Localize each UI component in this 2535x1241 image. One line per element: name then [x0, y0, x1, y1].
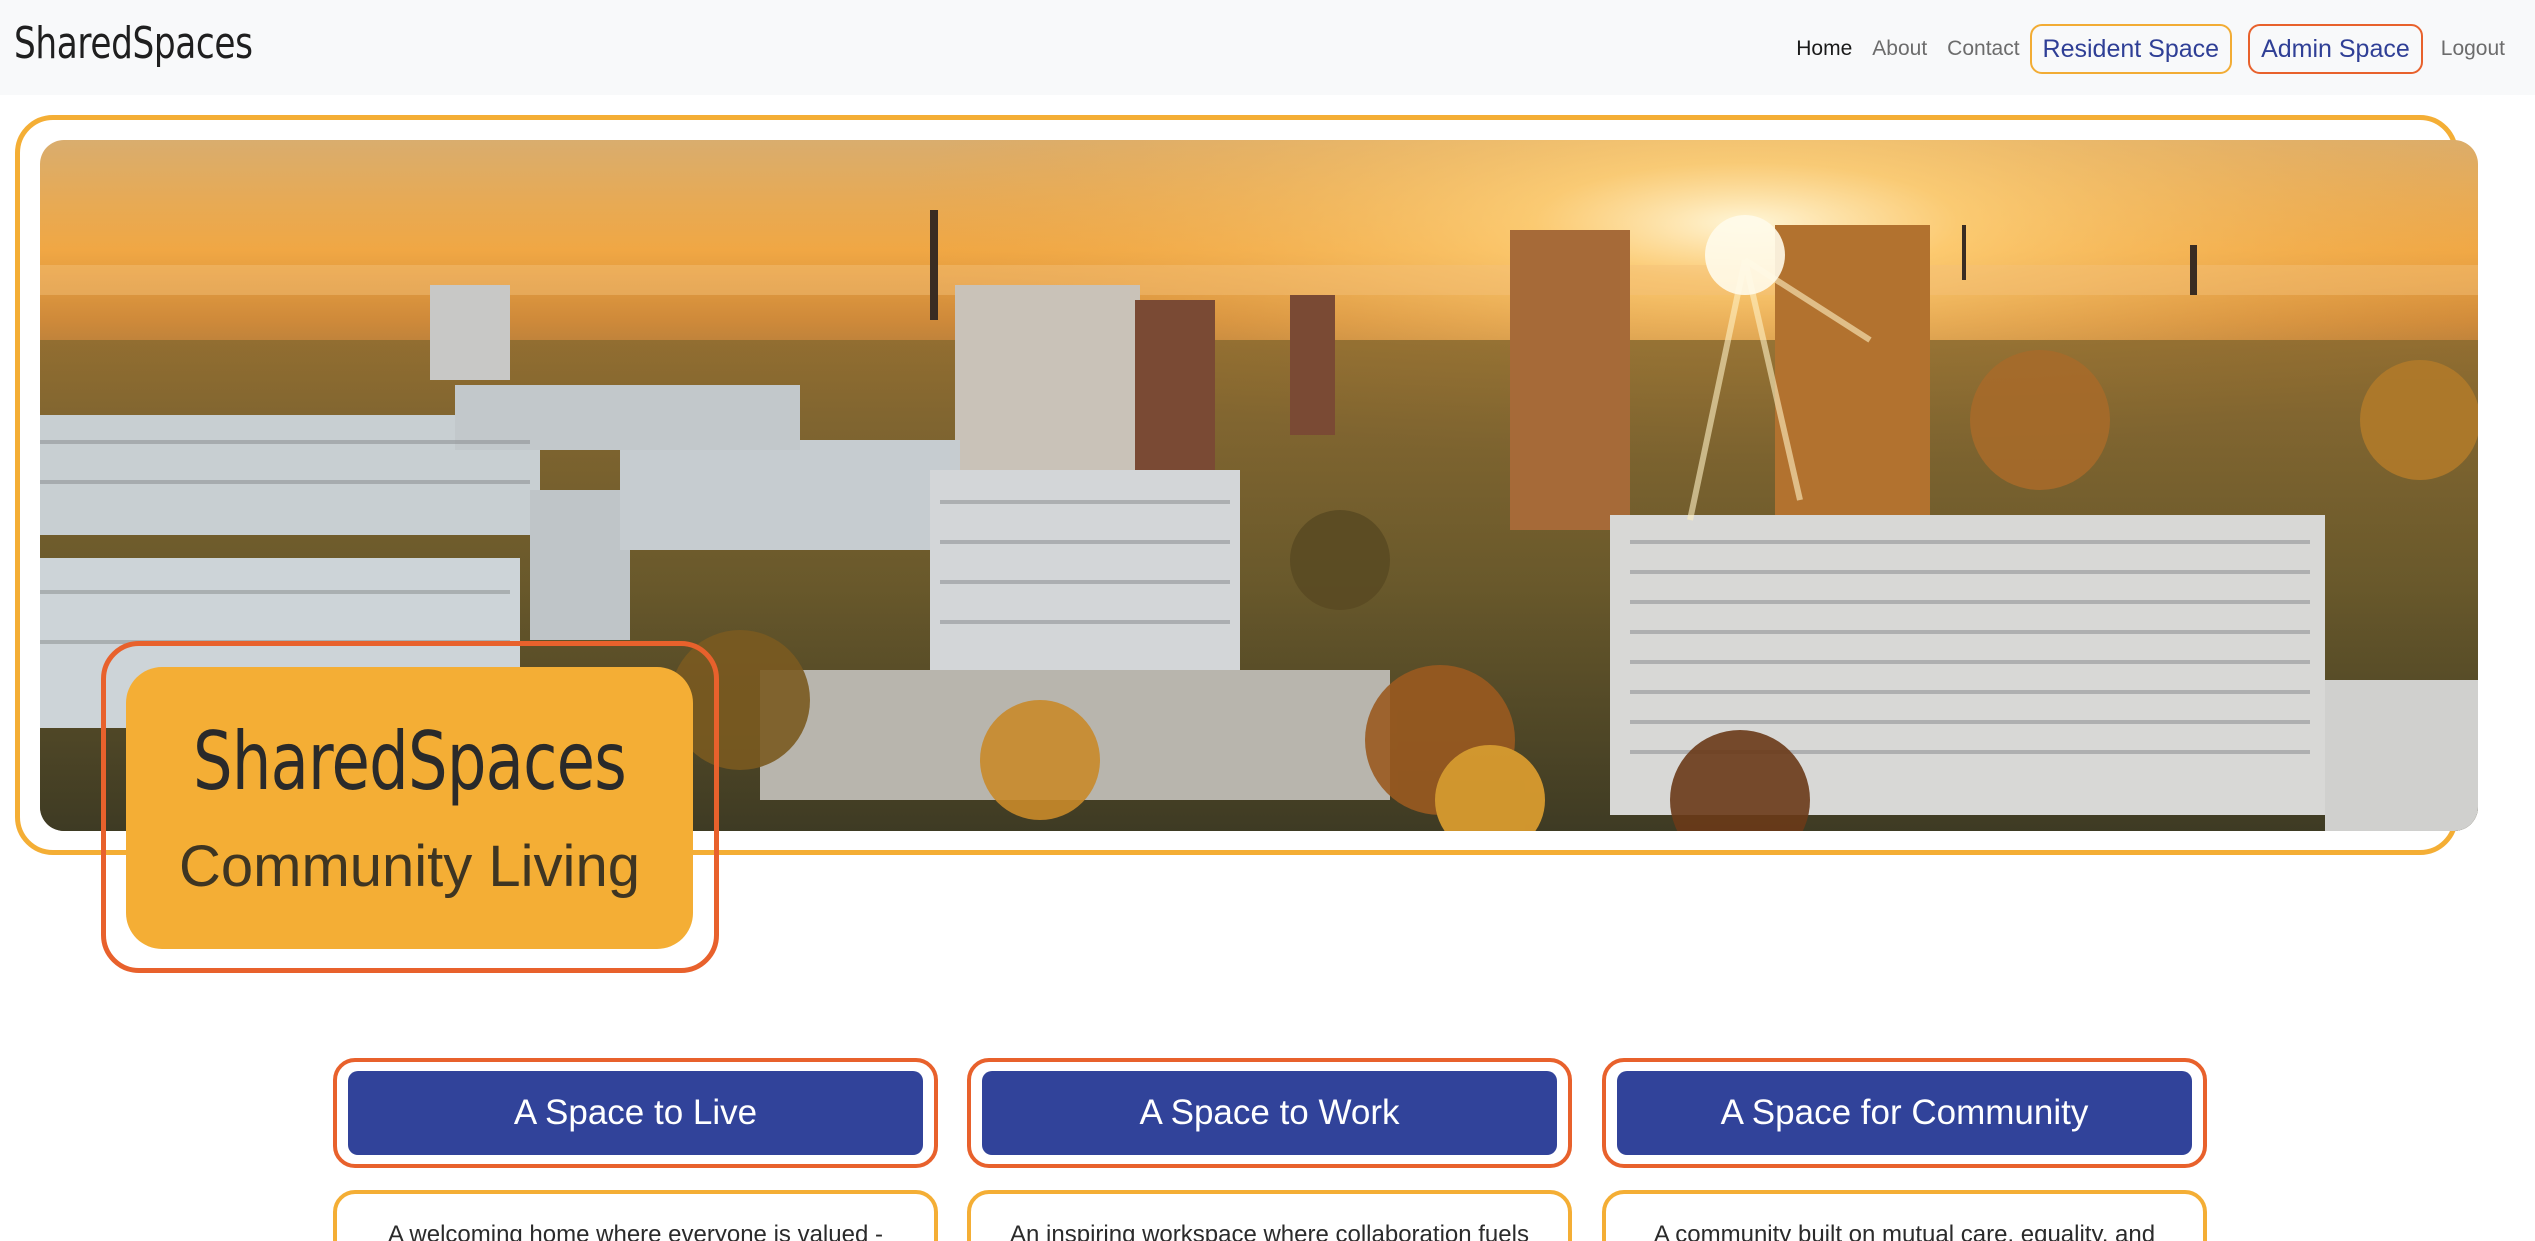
navbar: SharedSpaces Home About Contact Resident…: [0, 0, 2535, 95]
space-community-description: A community built on mutual care, equali…: [1602, 1190, 2207, 1241]
nav-contact-link[interactable]: Contact: [1937, 37, 2029, 61]
space-live-description: A welcoming home where everyone is value…: [333, 1190, 938, 1241]
admin-space-button[interactable]: Admin Space: [2248, 24, 2423, 74]
hero-subtitle: Community Living: [179, 834, 640, 899]
space-to-work-button[interactable]: A Space to Work: [982, 1071, 1557, 1155]
nav-about-link[interactable]: About: [1862, 37, 1937, 61]
resident-space-button[interactable]: Resident Space: [2029, 24, 2233, 74]
space-work-description: An inspiring workspace where collaborati…: [967, 1190, 1572, 1241]
hero-title: SharedSpaces: [193, 715, 627, 808]
title-card: SharedSpaces Community Living: [126, 667, 693, 949]
nav-links: Home About Contact Resident Space Admin …: [1786, 24, 2515, 74]
logout-link[interactable]: Logout: [2431, 37, 2515, 61]
space-for-community-button[interactable]: A Space for Community: [1617, 1071, 2192, 1155]
brand-logo[interactable]: SharedSpaces: [14, 18, 253, 69]
space-to-live-button[interactable]: A Space to Live: [348, 1071, 923, 1155]
nav-home-link[interactable]: Home: [1786, 37, 1862, 61]
